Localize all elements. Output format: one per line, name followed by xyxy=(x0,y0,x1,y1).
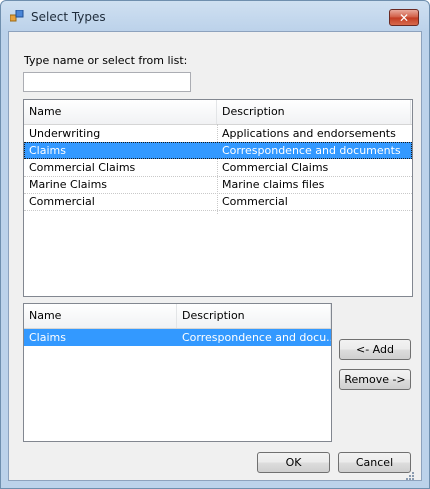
row-description-cell: Applications and endorsements xyxy=(222,127,396,140)
row-name-cell: Commercial Claims xyxy=(29,161,136,174)
type-name-input[interactable] xyxy=(23,72,191,92)
close-button[interactable]: ✕ xyxy=(389,9,419,26)
row-name-cell: Commercial xyxy=(29,195,95,208)
row-name-cell: Marine Claims xyxy=(29,178,108,191)
row-description-cell: Correspondence and docu... xyxy=(182,331,331,344)
cancel-button[interactable]: Cancel xyxy=(338,452,411,473)
column-header-description[interactable]: Description xyxy=(217,100,411,124)
available-list-header: Name Description xyxy=(24,100,412,125)
selected-types-list[interactable]: Name Description Claims Correspondence a… xyxy=(23,303,332,442)
row-name-cell: Claims xyxy=(29,331,66,344)
row-description-cell: Marine claims files xyxy=(222,178,325,191)
dialog-client-area: Type name or select from list: Name Desc… xyxy=(8,31,422,481)
row-description-cell: Correspondence and documents xyxy=(222,144,401,157)
available-types-list[interactable]: Name Description Underwriting Applicatio… xyxy=(23,99,413,297)
close-icon: ✕ xyxy=(398,11,410,25)
column-header-description[interactable]: Description xyxy=(177,304,331,328)
resize-grip-icon[interactable] xyxy=(405,471,415,481)
selected-list-header: Name Description xyxy=(24,304,331,329)
column-header-name[interactable]: Name xyxy=(24,304,177,328)
window-title: Select Types xyxy=(31,10,106,24)
row-description-cell: Commercial Claims xyxy=(222,161,329,174)
add-button[interactable]: <- Add xyxy=(339,339,411,360)
table-row[interactable]: Commercial Claims Commercial Claims xyxy=(24,159,412,177)
app-icon xyxy=(9,9,24,22)
ok-button[interactable]: OK xyxy=(257,452,330,473)
row-description-cell: Commercial xyxy=(222,195,288,208)
table-row[interactable]: Commercial Commercial xyxy=(24,193,412,211)
title-bar[interactable]: Select Types ✕ xyxy=(1,1,429,31)
column-header-name[interactable]: Name xyxy=(24,100,217,124)
table-row[interactable]: Marine Claims Marine claims files xyxy=(24,176,412,194)
dialog-window: Select Types ✕ Type name or select from … xyxy=(0,0,430,489)
remove-button[interactable]: Remove -> xyxy=(339,369,411,390)
row-name-cell: Claims xyxy=(29,144,66,157)
type-name-label: Type name or select from list: xyxy=(24,54,188,67)
table-row-selected[interactable]: Claims Correspondence and docu... xyxy=(24,329,331,346)
table-row-selected[interactable]: Claims Correspondence and documents xyxy=(24,142,412,159)
row-name-cell: Underwriting xyxy=(29,127,101,140)
table-row[interactable]: Underwriting Applications and endorsemen… xyxy=(24,125,412,143)
